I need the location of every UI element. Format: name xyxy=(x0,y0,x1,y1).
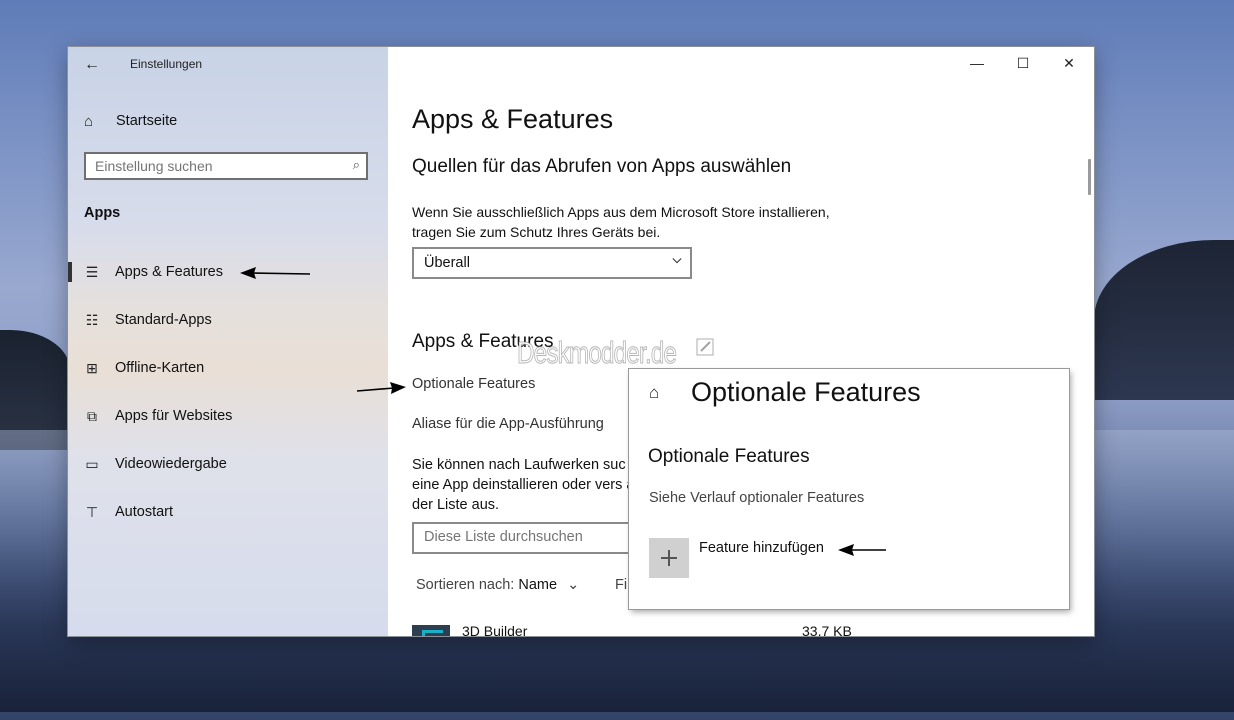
sidebar-item-label: Autostart xyxy=(115,504,174,520)
popup-title: Optionale Features xyxy=(691,377,921,407)
popup-heading: Optionale Features xyxy=(648,446,810,467)
sidebar-item-label: Offline-Karten xyxy=(115,360,205,376)
sidebar-item-video-playback[interactable]: ▭ Videowiedergabe xyxy=(68,448,388,480)
add-feature-label[interactable]: Feature hinzufügen xyxy=(699,540,824,556)
sidebar-item-label: Videowiedergabe xyxy=(115,456,227,472)
app-size: 33,7 KB xyxy=(802,623,852,636)
list-icon: ☰ xyxy=(85,263,99,280)
maximize-button[interactable]: ☐ xyxy=(1000,47,1046,79)
close-button[interactable]: ✕ xyxy=(1046,47,1092,79)
desktop-hill-right xyxy=(1094,240,1234,400)
sidebar-home-label: Startseite xyxy=(116,113,178,129)
sources-heading: Quellen für das Abrufen von Apps auswähl… xyxy=(412,156,792,177)
settings-search: ⌕ xyxy=(84,152,368,180)
sidebar-item-apps-features[interactable]: ☰ Apps & Features xyxy=(68,256,388,288)
video-icon: ▭ xyxy=(85,455,99,472)
app-name[interactable]: 3D Builder xyxy=(462,623,527,636)
optional-features-link[interactable]: Optionale Features xyxy=(412,376,535,392)
sidebar: ← Einstellungen ⌂ Startseite ⌕ Apps ☰ Ap… xyxy=(68,47,388,636)
settings-search-input[interactable] xyxy=(95,158,335,174)
sidebar-item-label: Apps für Websites xyxy=(115,408,233,424)
annotation-arrow-icon xyxy=(838,544,886,556)
sidebar-item-label: Apps & Features xyxy=(115,264,223,280)
sidebar-home[interactable]: ⌂ Startseite xyxy=(84,109,177,133)
sort-control[interactable]: Sortieren nach: Name ⌄ xyxy=(416,577,579,593)
annotation-arrow-icon xyxy=(240,267,311,279)
window-title: Einstellungen xyxy=(130,57,203,71)
default-apps-icon: ☷ xyxy=(85,311,99,328)
chevron-down-icon: ⌄ xyxy=(567,577,580,593)
back-arrow-icon[interactable]: ← xyxy=(82,55,102,75)
sidebar-item-apps-for-websites[interactable]: ⧉ Apps für Websites xyxy=(68,400,388,432)
page-title: Apps & Features xyxy=(412,104,614,134)
sidebar-item-standard-apps[interactable]: ☷ Standard-Apps xyxy=(68,304,388,336)
sidebar-item-autostart[interactable]: ⊤ Autostart xyxy=(68,496,388,528)
optional-features-popup: ⌂ Optionale Features Optionale Features … xyxy=(629,369,1069,609)
edit-pencil-icon xyxy=(696,338,714,356)
home-icon: ⌂ xyxy=(84,112,94,130)
list-search xyxy=(412,522,652,554)
sidebar-item-label: Standard-Apps xyxy=(115,312,212,328)
chevron-down-icon xyxy=(672,258,682,264)
website-apps-icon: ⧉ xyxy=(87,407,97,424)
sidebar-section-label: Apps xyxy=(84,205,121,221)
app-source-value: Überall xyxy=(424,255,470,271)
annotation-arrow-icon xyxy=(356,382,406,394)
sources-description: Wenn Sie ausschließlich Apps aus dem Mic… xyxy=(412,204,830,240)
home-icon[interactable]: ⌂ xyxy=(649,383,659,403)
watermark: Deskmodder.de xyxy=(517,335,678,371)
app-source-dropdown[interactable]: Überall xyxy=(412,247,692,279)
map-icon: ⊞ xyxy=(86,359,98,376)
optional-features-history-link[interactable]: Siehe Verlauf optionaler Features xyxy=(649,490,864,506)
drives-description: Sie können nach Laufwerken suc eine App … xyxy=(412,457,650,513)
add-feature-button[interactable] xyxy=(649,538,689,578)
autostart-icon: ⊤ xyxy=(85,503,99,520)
list-search-input[interactable] xyxy=(424,529,644,545)
minimize-button[interactable]: — xyxy=(954,47,1000,79)
filter-control[interactable]: Fi xyxy=(615,577,627,593)
scrollbar-thumb[interactable] xyxy=(1088,159,1091,195)
sort-label: Sortieren nach: xyxy=(416,577,515,593)
app-aliases-link[interactable]: Aliase für die App-Ausführung xyxy=(412,416,604,432)
sort-value: Name xyxy=(518,577,558,593)
search-icon[interactable]: ⌕ xyxy=(353,157,360,173)
3d-builder-app-icon xyxy=(412,625,450,636)
sidebar-item-offline-maps[interactable]: ⊞ Offline-Karten xyxy=(68,352,388,384)
